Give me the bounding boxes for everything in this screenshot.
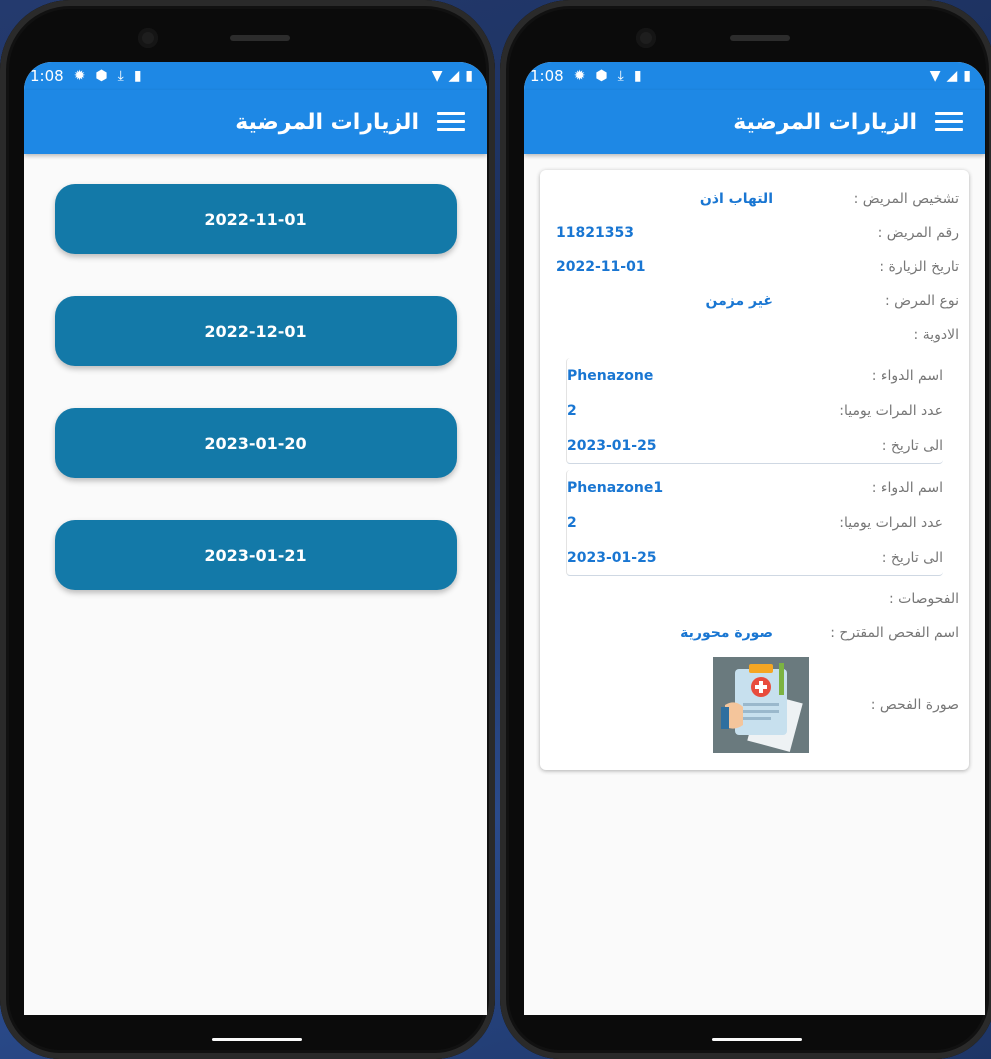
exams-heading: الفحوصات : xyxy=(888,591,959,607)
diagnosis-value: التهاب اذن xyxy=(699,191,773,207)
medicine-until-value: 2023-01-25 xyxy=(567,549,657,566)
medicine-times-label: عدد المرات يوميا: xyxy=(839,514,943,531)
medicine-item: اسم الدواء : Phenazone1 عدد المرات يوميا… xyxy=(566,470,943,576)
medicines-heading: الادوية : xyxy=(913,327,959,343)
medicine-item: اسم الدواء : Phenazone عدد المرات يوميا:… xyxy=(566,358,943,464)
visit-date-row: تاريخ الزيارة : 2022-11-01 xyxy=(550,250,959,284)
exam-name-row: اسم الفحص المقترح : صورة محورية xyxy=(550,616,959,650)
medicine-until-row: الى تاريخ : 2023-01-25 xyxy=(567,428,943,463)
medicine-name-row: اسم الدواء : Phenazone xyxy=(567,358,943,393)
diagnosis-row: تشخيص المريض : التهاب اذن xyxy=(550,182,959,216)
medicine-until-label: الى تاريخ : xyxy=(881,437,943,454)
visit-date-label: تاريخ الزيارة : xyxy=(879,259,959,275)
signal-icon: ◢ xyxy=(448,68,460,84)
status-time: 1:08 xyxy=(530,67,564,85)
screen-visits-list: 1:08 ✹ ⬢ ⤓ ▮ ▼ ◢ ▮ الزيارات المرضية 2022… xyxy=(24,62,487,1015)
download-icon: ⤓ xyxy=(117,68,124,84)
disease-type-row: نوع المرض : غير مزمن xyxy=(550,284,959,318)
page-title: الزيارات المرضية xyxy=(733,109,917,135)
medicine-name-row: اسم الدواء : Phenazone1 xyxy=(567,470,943,505)
visit-date-value: 2022-11-01 xyxy=(556,259,646,275)
disease-type-label: نوع المرض : xyxy=(885,293,959,309)
home-gesture-bar[interactable] xyxy=(211,1038,302,1041)
earpiece-speaker xyxy=(729,35,790,41)
medicine-name-value: Phenazone1 xyxy=(567,479,664,496)
front-camera xyxy=(636,28,656,48)
exam-name-label: اسم الفحص المقترح : xyxy=(830,625,959,641)
exam-image-row: صورة الفحص : xyxy=(550,650,959,760)
status-time: 1:08 xyxy=(30,67,64,85)
page-title: الزيارات المرضية xyxy=(235,109,419,135)
menu-icon[interactable] xyxy=(935,112,963,132)
wifi-icon: ▼ xyxy=(431,68,443,84)
medicine-name-label: اسم الدواء : xyxy=(871,367,943,384)
sd-card-icon: ▮ xyxy=(633,68,642,84)
shield-icon: ⬢ xyxy=(95,68,108,84)
medicine-name-label: اسم الدواء : xyxy=(871,479,943,496)
battery-icon: ▮ xyxy=(465,68,473,84)
medicine-times-row: عدد المرات يوميا: 2 xyxy=(567,393,943,428)
screen-visit-detail: 1:08 ✹ ⬢ ⤓ ▮ ▼ ◢ ▮ الزيارات المرضية تشخي… xyxy=(524,62,985,1015)
status-bar: 1:08 ✹ ⬢ ⤓ ▮ ▼ ◢ ▮ xyxy=(524,62,985,90)
disease-type-value: غير مزمن xyxy=(705,293,773,309)
sd-card-icon: ▮ xyxy=(133,68,142,84)
status-bar: 1:08 ✹ ⬢ ⤓ ▮ ▼ ◢ ▮ xyxy=(24,62,487,90)
signal-icon: ◢ xyxy=(946,68,958,84)
medicine-until-row: الى تاريخ : 2023-01-25 xyxy=(567,540,943,575)
settings-icon: ✹ xyxy=(573,68,586,84)
visit-button[interactable]: 2022-11-01 xyxy=(54,184,457,254)
front-camera xyxy=(138,28,158,48)
shield-icon: ⬢ xyxy=(595,68,608,84)
medicine-times-value: 2 xyxy=(567,402,577,419)
earpiece-speaker xyxy=(229,35,290,41)
home-gesture-bar[interactable] xyxy=(711,1038,802,1041)
medicine-name-value: Phenazone xyxy=(567,367,654,384)
visit-button[interactable]: 2023-01-20 xyxy=(54,408,457,478)
battery-icon: ▮ xyxy=(963,68,971,84)
exam-name-value: صورة محورية xyxy=(680,625,773,641)
menu-icon[interactable] xyxy=(437,112,465,132)
visit-detail-card: تشخيص المريض : التهاب اذن رقم المريض : 1… xyxy=(540,170,969,770)
visit-button[interactable]: 2023-01-21 xyxy=(54,520,457,590)
medicine-times-label: عدد المرات يوميا: xyxy=(839,402,943,419)
diagnosis-label: تشخيص المريض : xyxy=(853,191,959,207)
medicine-times-value: 2 xyxy=(567,514,577,531)
visit-list: 2022-11-01 2022-12-01 2023-01-20 2023-01… xyxy=(24,154,487,590)
patient-number-row: رقم المريض : 11821353 xyxy=(550,216,959,250)
visit-button[interactable]: 2022-12-01 xyxy=(54,296,457,366)
patient-number-label: رقم المريض : xyxy=(877,225,959,241)
medicine-until-label: الى تاريخ : xyxy=(881,549,943,566)
patient-number-value: 11821353 xyxy=(556,225,634,241)
medicines-heading-row: الادوية : xyxy=(550,318,959,352)
settings-icon: ✹ xyxy=(73,68,86,84)
medicine-until-value: 2023-01-25 xyxy=(567,437,657,454)
medicine-times-row: عدد المرات يوميا: 2 xyxy=(567,505,943,540)
medical-clipboard-image[interactable] xyxy=(713,657,809,753)
wifi-icon: ▼ xyxy=(929,68,941,84)
app-bar: الزيارات المرضية xyxy=(524,90,985,154)
app-bar: الزيارات المرضية xyxy=(24,90,487,154)
phone-frame-right: 1:08 ✹ ⬢ ⤓ ▮ ▼ ◢ ▮ الزيارات المرضية تشخي… xyxy=(500,0,991,1059)
exams-heading-row: الفحوصات : xyxy=(550,582,959,616)
download-icon: ⤓ xyxy=(617,68,624,84)
phone-frame-left: 1:08 ✹ ⬢ ⤓ ▮ ▼ ◢ ▮ الزيارات المرضية 2022… xyxy=(0,0,495,1059)
exam-image-label: صورة الفحص : xyxy=(870,697,959,713)
